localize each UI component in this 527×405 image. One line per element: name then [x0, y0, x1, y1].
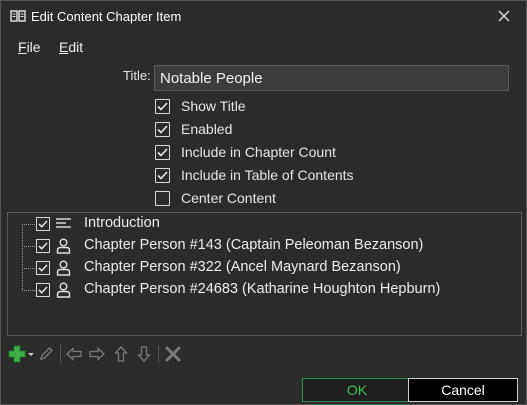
menu-edit[interactable]: Edit [59, 39, 83, 55]
toolbar-separator [158, 345, 159, 363]
tree-item-checkbox[interactable] [36, 283, 50, 297]
tree-toolbar [4, 342, 186, 366]
title-input[interactable] [154, 65, 509, 91]
delete-icon [165, 346, 181, 362]
checkmark-icon [157, 101, 168, 111]
edit-item-button[interactable] [36, 344, 56, 364]
tree-connector [22, 290, 35, 291]
move-right-icon [89, 347, 105, 361]
delete-item-button[interactable] [162, 344, 184, 364]
checkbox-label: Enabled [181, 121, 233, 137]
close-icon [498, 10, 510, 22]
include-in-chapter-count-checkbox[interactable]: Include in Chapter Count [155, 143, 336, 161]
text-lines-icon [56, 218, 71, 228]
tree-connector [22, 268, 35, 269]
ok-button[interactable]: OK [302, 378, 412, 402]
checkmark-icon [38, 242, 48, 250]
add-icon [8, 345, 34, 363]
enabled-checkbox[interactable]: Enabled [155, 120, 232, 138]
add-item-button[interactable] [7, 344, 35, 364]
tree-item-label: Chapter Person #24683 (Katharine Houghto… [84, 281, 441, 297]
tree-item-checkbox[interactable] [36, 261, 50, 275]
move-down-button[interactable] [134, 344, 154, 364]
checkbox-label: Center Content [181, 190, 276, 206]
close-button[interactable] [482, 1, 526, 31]
chapter-items-tree[interactable]: Introduction Chapter Person #143 (Captai… [7, 212, 522, 336]
tree-item-checkbox[interactable] [36, 239, 50, 253]
window-title: Edit Content Chapter Item [31, 9, 182, 24]
toolbar-separator [60, 345, 61, 363]
tree-connector [22, 224, 35, 225]
move-right-button[interactable] [87, 344, 107, 364]
checkmark-icon [38, 264, 48, 272]
move-up-icon [114, 346, 128, 362]
tree-item-label: Introduction [84, 215, 160, 231]
checkbox-label: Show Title [181, 98, 246, 114]
include-in-toc-checkbox[interactable]: Include in Table of Contents [155, 166, 354, 184]
checkmark-icon [38, 286, 48, 294]
checkbox-box[interactable] [155, 144, 170, 160]
tree-item-person[interactable]: Chapter Person #24683 (Katharine Houghto… [8, 280, 521, 300]
move-left-button[interactable] [64, 344, 84, 364]
menu-file[interactable]: File [18, 39, 41, 55]
title-bar: Edit Content Chapter Item [1, 1, 526, 32]
checkmark-icon [157, 170, 168, 180]
tree-item-person[interactable]: Chapter Person #143 (Captain Peleoman Be… [8, 236, 521, 256]
tree-item-person[interactable]: Chapter Person #322 (Ancel Maynard Bezan… [8, 258, 521, 278]
tree-connector [22, 246, 35, 247]
tree-item-introduction[interactable]: Introduction [8, 214, 521, 234]
book-icon [10, 10, 26, 22]
center-content-checkbox[interactable]: Center Content [155, 189, 276, 207]
checkmark-icon [157, 147, 168, 157]
cancel-button[interactable]: Cancel [408, 378, 518, 402]
checkmark-icon [157, 124, 168, 134]
person-icon [56, 260, 71, 276]
person-icon [56, 238, 71, 254]
edit-content-chapter-item-dialog: Edit Content Chapter Item File Edit Titl… [0, 0, 527, 405]
checkbox-box[interactable] [155, 190, 170, 206]
move-up-button[interactable] [111, 344, 131, 364]
checkbox-box[interactable] [155, 167, 170, 183]
checkbox-box[interactable] [155, 121, 170, 137]
checkbox-box[interactable] [155, 98, 170, 114]
tree-item-checkbox[interactable] [36, 217, 50, 231]
tree-item-label: Chapter Person #322 (Ancel Maynard Bezan… [84, 259, 401, 275]
move-down-icon [137, 346, 151, 362]
show-title-checkbox[interactable]: Show Title [155, 97, 246, 115]
edit-pencil-icon [39, 347, 53, 361]
person-icon [56, 282, 71, 298]
title-label: Title: [123, 68, 151, 83]
checkmark-icon [38, 220, 48, 228]
checkbox-label: Include in Table of Contents [181, 167, 354, 183]
move-left-icon [66, 347, 82, 361]
menu-bar: File Edit [1, 36, 526, 58]
checkbox-label: Include in Chapter Count [181, 144, 336, 160]
tree-item-label: Chapter Person #143 (Captain Peleoman Be… [84, 237, 424, 253]
